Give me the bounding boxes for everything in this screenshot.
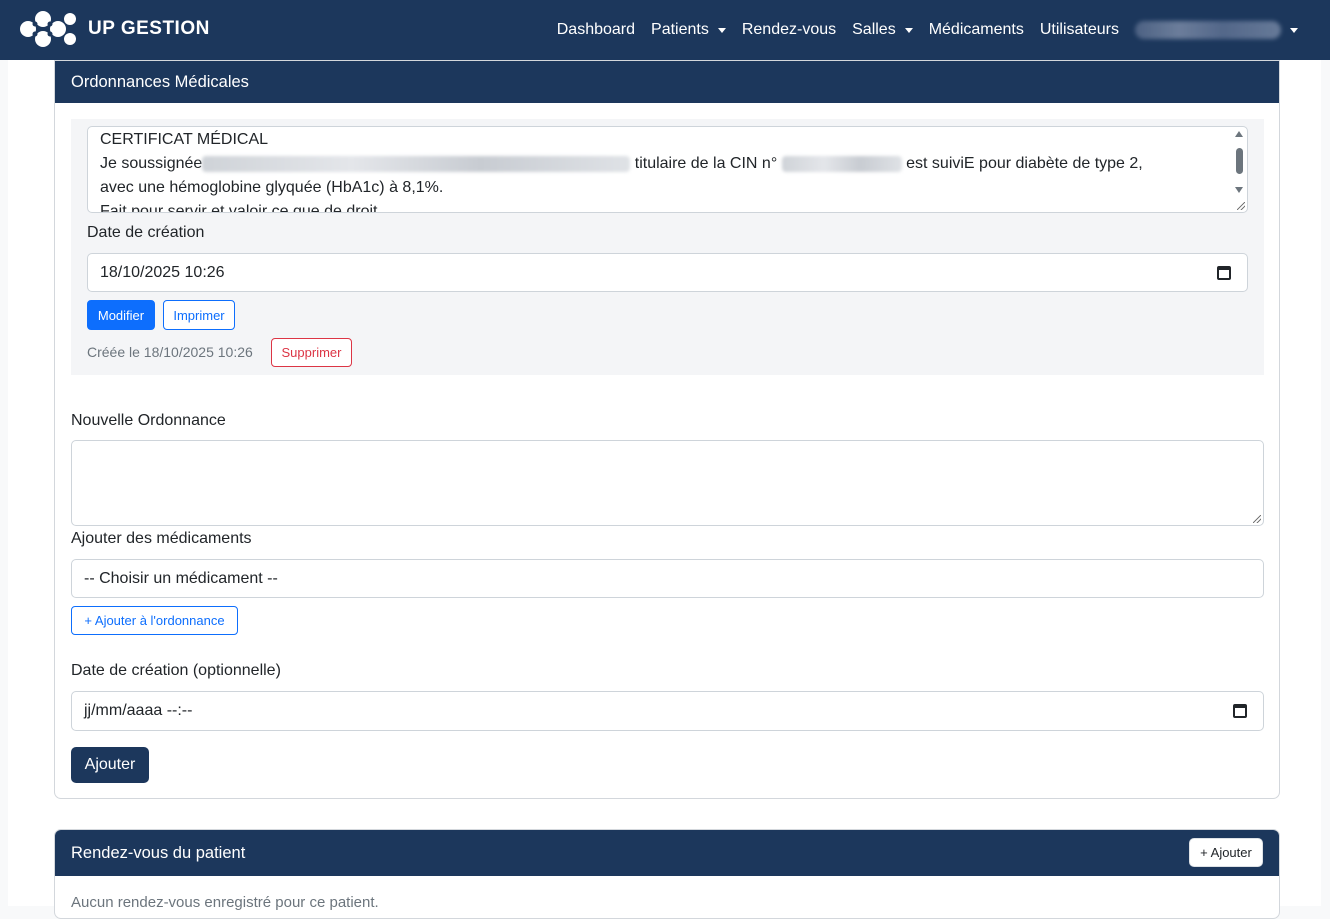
nav-utilisateurs-label: Utilisateurs [1039, 21, 1119, 38]
caret-down-icon [904, 28, 913, 33]
meds-label: Ajouter des médicaments [71, 530, 252, 547]
nav-rendez-vous[interactable]: Rendez-vous [734, 21, 844, 39]
cert-cin-label: titulaire de la CIN n° [634, 155, 778, 172]
cert-line-3: avec une hémoglobine glyquée (HbA1c) à 8… [100, 179, 444, 196]
cert-line-4: Fait pour servir et valoir ce que de dro… [100, 203, 382, 213]
new-date-placeholder: jj/mm/aaaa --:-- [84, 702, 193, 719]
nav-utilisateurs[interactable]: Utilisateurs [1032, 21, 1127, 39]
brand-name: UP GESTION [88, 18, 210, 39]
add-rendezvous-button[interactable]: + Ajouter [1189, 838, 1263, 867]
ordonnances-header: Ordonnances Médicales [55, 61, 1279, 103]
submit-ordonnance-button[interactable]: Ajouter [71, 747, 149, 783]
resize-handle-icon[interactable] [1237, 202, 1245, 210]
existing-date-input[interactable]: 18/10/2025 10:26 [87, 253, 1248, 292]
nav-patients-label: Patients [651, 21, 709, 38]
modify-button[interactable]: Modifier [87, 300, 155, 330]
meds-select[interactable]: -- Choisir un médicament -- [71, 559, 1264, 598]
caret-down-icon [1290, 28, 1298, 33]
add-rendezvous-label: + Ajouter [1200, 845, 1252, 860]
ordonnance-content-textarea[interactable]: CERTIFICAT MÉDICAL Je soussignée titulai… [87, 126, 1248, 213]
nav-patients-dropdown[interactable]: Patients [643, 21, 734, 39]
nav-rendez-vous-label: Rendez-vous [741, 21, 837, 38]
existing-date-label: Date de création [87, 224, 205, 241]
new-date-label: Date de création (optionnelle) [71, 662, 281, 679]
nav-medicaments[interactable]: Médicaments [921, 21, 1032, 39]
new-ordonnance-textarea[interactable] [71, 440, 1264, 526]
meds-select-value: -- Choisir un médicament -- [84, 569, 278, 587]
calendar-icon[interactable] [1217, 265, 1231, 280]
certificate-text: CERTIFICAT MÉDICAL Je soussignée titulai… [100, 128, 1220, 213]
caret-down-icon [717, 28, 726, 33]
brand[interactable]: UP GESTION [18, 10, 210, 48]
nav-salles-dropdown[interactable]: Salles [844, 21, 921, 39]
cert-diagnosis: est suiviE pour diabète de type 2, [906, 155, 1143, 172]
scroll-down-icon[interactable] [1235, 187, 1243, 193]
delete-button[interactable]: Supprimer [271, 338, 352, 367]
cert-prefix: Je soussignée [100, 155, 203, 172]
delete-button-label: Supprimer [281, 345, 342, 360]
rendezvous-title: Rendez-vous du patient [71, 843, 246, 862]
nav-medicaments-label: Médicaments [928, 21, 1024, 38]
modify-button-label: Modifier [97, 307, 145, 323]
nav-dashboard-label: Dashboard [556, 21, 636, 38]
new-ordonnance-title: Nouvelle Ordonnance [71, 412, 226, 429]
scroll-thumb[interactable] [1236, 148, 1243, 174]
cert-line-title: CERTIFICAT MÉDICAL [100, 131, 269, 148]
existing-date-value: 18/10/2025 10:26 [100, 263, 225, 281]
ordonnances-card: Ordonnances Médicales CERTIFICAT MÉDICAL… [54, 60, 1280, 799]
print-button[interactable]: Imprimer [163, 300, 235, 330]
user-menu-dropdown[interactable] [1127, 21, 1306, 39]
submit-ordonnance-label: Ajouter [84, 756, 136, 773]
nav-salles-label: Salles [852, 21, 896, 38]
empty-rendezvous-text: Aucun rendez-vous enregistré pour ce pat… [71, 894, 379, 911]
add-to-ordonnance-label: + Ajouter à l'ordonnance [84, 613, 225, 628]
logo-icon [20, 11, 76, 47]
new-date-input[interactable]: jj/mm/aaaa --:-- [71, 691, 1264, 731]
redacted-name [202, 155, 631, 172]
rendezvous-header: Rendez-vous du patient + Ajouter [55, 830, 1279, 876]
scroll-up-icon[interactable] [1235, 131, 1243, 137]
top-navbar: UP GESTION Dashboard Patients Rendez-vou… [0, 0, 1330, 60]
resize-handle-icon[interactable] [1253, 515, 1261, 523]
nav-dashboard[interactable]: Dashboard [549, 21, 643, 39]
add-to-ordonnance-button[interactable]: + Ajouter à l'ordonnance [71, 606, 238, 635]
ordonnances-title: Ordonnances Médicales [71, 72, 249, 91]
redacted-username [1135, 21, 1281, 39]
redacted-cin [781, 155, 902, 172]
print-button-label: Imprimer [173, 307, 225, 323]
cert-line-2: Je soussignée titulaire de la CIN n° est… [100, 152, 1220, 176]
nav-links: Dashboard Patients Rendez-vous Salles Mé… [549, 0, 1306, 60]
calendar-icon[interactable] [1233, 704, 1247, 718]
created-timestamp: Créée le 18/10/2025 10:26 [87, 344, 253, 360]
textarea-scrollbar[interactable] [1233, 131, 1245, 205]
existing-ordonnance-panel: CERTIFICAT MÉDICAL Je soussignée titulai… [71, 119, 1264, 375]
